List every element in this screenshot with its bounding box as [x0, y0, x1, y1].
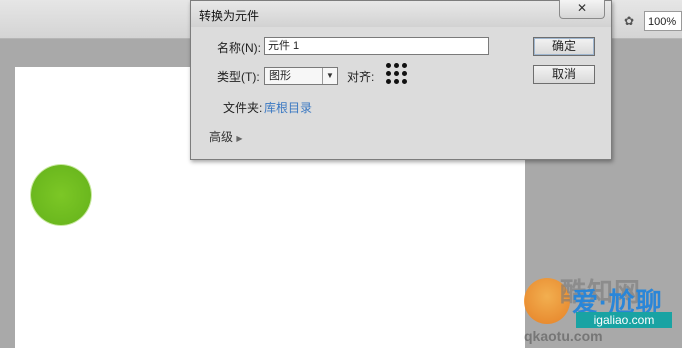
- green-circle-shape[interactable]: [31, 165, 91, 225]
- registration-point[interactable]: [402, 79, 407, 84]
- name-label: 名称(N):: [217, 41, 261, 55]
- registration-point[interactable]: [386, 71, 391, 76]
- close-icon: ✕: [576, 1, 588, 15]
- convert-to-symbol-dialog: 转换为元件 ✕ 名称(N): 元件 1 类型(T): 图形 ▼ 对齐: 文件夹:…: [190, 0, 612, 160]
- symbol-edit-icon[interactable]: ✿: [620, 12, 638, 30]
- registration-point[interactable]: [386, 63, 391, 68]
- symbol-type-select[interactable]: 图形 ▼: [264, 67, 338, 85]
- registration-point[interactable]: [402, 71, 407, 76]
- zoom-field[interactable]: 100%: [644, 11, 682, 31]
- watermark-url: igaliao.com: [576, 312, 672, 328]
- folder-label: 文件夹:: [223, 101, 263, 115]
- advanced-toggle[interactable]: 高级 ▶: [209, 128, 243, 145]
- registration-point[interactable]: [394, 63, 399, 68]
- type-label: 类型(T):: [217, 70, 260, 84]
- close-button[interactable]: ✕: [559, 0, 605, 19]
- cancel-button[interactable]: 取消: [533, 65, 595, 84]
- triangle-right-icon: ▶: [236, 134, 243, 143]
- site-watermark: 酷知网 爱·尬聊 igaliao.com qkaotu.com: [520, 266, 682, 348]
- registration-point[interactable]: [402, 63, 407, 68]
- registration-grid[interactable]: [386, 63, 410, 87]
- registration-point[interactable]: [394, 71, 399, 76]
- chevron-down-icon: ▼: [322, 68, 337, 84]
- align-label: 对齐:: [347, 70, 375, 84]
- dialog-title: 转换为元件: [199, 9, 260, 23]
- library-folder-link[interactable]: 库根目录: [264, 99, 312, 116]
- type-select-value: 图形: [269, 70, 291, 82]
- registration-point[interactable]: [386, 79, 391, 84]
- dialog-titlebar[interactable]: 转换为元件 ✕: [191, 0, 611, 27]
- ok-button[interactable]: 确定: [533, 37, 595, 56]
- registration-point[interactable]: [394, 79, 399, 84]
- symbol-name-input[interactable]: 元件 1: [264, 37, 489, 55]
- advanced-label: 高级: [209, 130, 234, 144]
- watermark-bottom-text: qkaotu.com: [524, 328, 603, 344]
